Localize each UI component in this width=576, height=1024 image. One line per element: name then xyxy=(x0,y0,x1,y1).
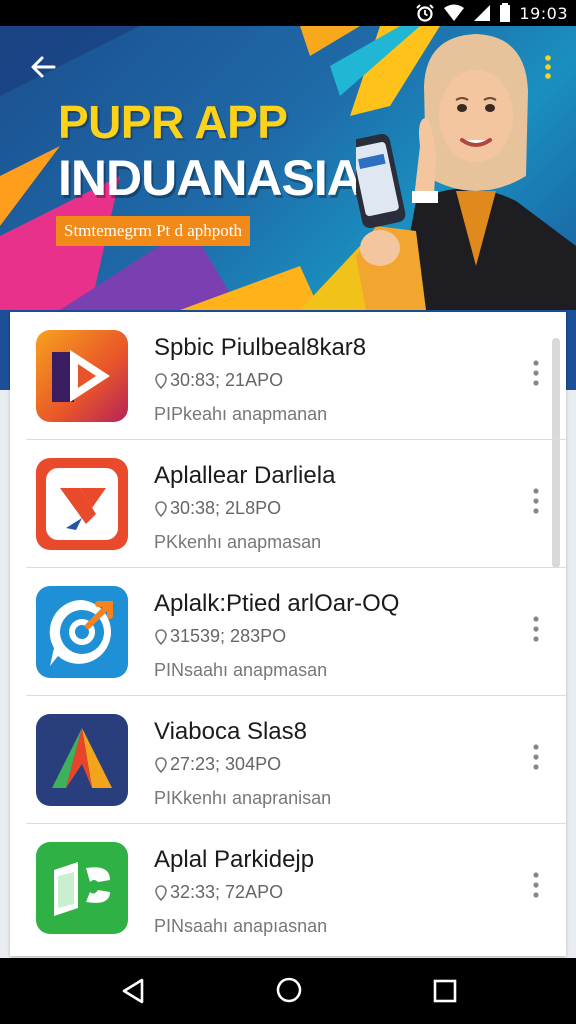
status-icons: 19:03 xyxy=(415,2,568,24)
app-name: Aplal Parkidejp xyxy=(154,846,315,873)
header-banner: PUPR APP INDUANASIA Stmtemegrm Pt d aphp… xyxy=(0,26,576,310)
signal-icon xyxy=(474,5,491,21)
list-item[interactable]: Viaboca Slas8 27:23; 304PO PIKkenhı anap… xyxy=(10,696,566,824)
banner-subtitle: INDUANASIA xyxy=(58,150,363,206)
app-meta: 27:23; 304PO xyxy=(154,754,281,775)
location-icon xyxy=(155,372,167,389)
status-time: 19:03 xyxy=(519,3,568,23)
play-app-icon xyxy=(36,330,128,422)
list-item[interactable]: Aplallear Darliela 30:38; 2L8PO PKkenhı … xyxy=(10,440,566,568)
app-list: Spbic Piulbeal8kar8 30:83; 21APO PIPkeah… xyxy=(10,312,566,956)
more-vert-icon[interactable] xyxy=(526,868,546,902)
status-bar: 19:03 xyxy=(0,0,576,26)
app-name: Aplallear Darliela xyxy=(154,462,336,489)
location-icon xyxy=(155,884,167,901)
chat-target-app-icon xyxy=(36,586,128,678)
location-icon xyxy=(155,628,167,645)
banner-title: PUPR APP xyxy=(58,96,288,148)
home-nav-icon[interactable] xyxy=(274,976,304,1006)
app-name: Aplalk:Ptied arlOar-OQ xyxy=(154,590,400,617)
location-icon xyxy=(155,500,167,517)
list-item[interactable]: Spbic Piulbeal8kar8 30:83; 21APO PIPkeah… xyxy=(10,312,566,440)
app-meta-text: 27:23; 304PO xyxy=(170,754,282,774)
app-meta-text: 30:38; 2L8PO xyxy=(170,498,282,518)
list-item[interactable]: Aplal Parkidejp 32:33; 72APO PINsaahı an… xyxy=(10,824,566,952)
app-description: PKkenhı anapmasan xyxy=(154,532,322,552)
battery-icon xyxy=(500,3,511,22)
app-meta: 31539; 283PO xyxy=(154,626,286,647)
app-meta: 30:38; 2L8PO xyxy=(154,498,281,519)
brush-app-icon xyxy=(36,458,128,550)
app-description: PINsaahı anapıasnan xyxy=(154,916,328,936)
blocks-app-icon xyxy=(36,842,128,934)
app-description: PINsaahı anapmasan xyxy=(154,660,328,680)
wifi-icon xyxy=(444,4,465,21)
system-nav-bar xyxy=(0,958,576,1024)
app-meta: 32:33; 72APO xyxy=(154,882,283,903)
triangle-app-icon xyxy=(36,714,128,806)
app-description: PIKkenhı anapranisan xyxy=(154,788,332,808)
alarm-icon xyxy=(416,4,435,22)
list-item[interactable]: Aplalk:Ptied arlOar-OQ 31539; 283PO PINs… xyxy=(10,568,566,696)
location-icon xyxy=(155,756,167,773)
app-meta: 30:83; 21APO xyxy=(154,370,283,391)
app-description: PIPkeahı anapmanan xyxy=(154,404,328,424)
app-meta-text: 30:83; 21APO xyxy=(170,370,284,390)
back-nav-icon[interactable] xyxy=(118,976,148,1006)
more-vert-icon[interactable] xyxy=(526,484,546,518)
recents-nav-icon[interactable] xyxy=(430,976,460,1006)
app-meta-text: 31539; 283PO xyxy=(170,626,287,646)
presenter-illustration xyxy=(356,34,576,310)
app-name: Viaboca Slas8 xyxy=(154,718,307,745)
app-name: Spbic Piulbeal8kar8 xyxy=(154,334,367,361)
app-meta-text: 32:33; 72APO xyxy=(170,882,284,902)
back-arrow-icon[interactable] xyxy=(28,52,58,82)
more-vert-icon[interactable] xyxy=(526,740,546,774)
banner-tagline: Stmtemegrm Pt d aphpoth xyxy=(56,216,251,246)
more-vert-icon[interactable] xyxy=(526,612,546,646)
more-vert-icon[interactable] xyxy=(526,356,546,390)
